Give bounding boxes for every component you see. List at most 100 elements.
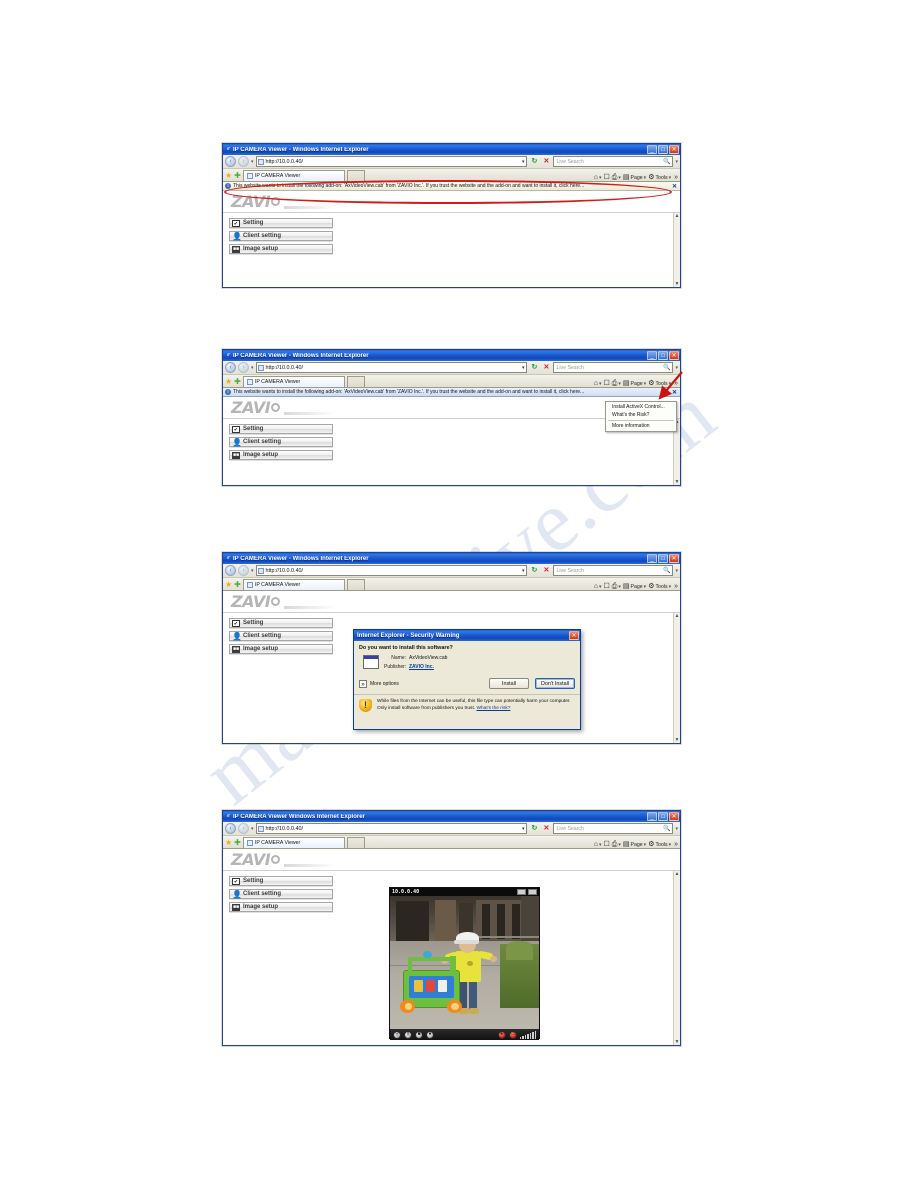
information-bar[interactable]: i This website wants to install the foll… bbox=[223, 388, 680, 397]
page-scrollbar[interactable]: ▲ ▼ bbox=[673, 213, 680, 287]
forward-button[interactable]: › bbox=[238, 362, 249, 373]
maximize-button[interactable]: □ bbox=[658, 812, 668, 821]
new-tab-button[interactable] bbox=[346, 837, 365, 848]
scroll-down-icon[interactable]: ▼ bbox=[675, 1039, 680, 1045]
menu-item-whats-the-risk[interactable]: What's the Risk? bbox=[606, 411, 676, 419]
feeds-button[interactable]: ☐ bbox=[604, 583, 610, 590]
address-input[interactable]: http://10.0.0.40/ ▾ bbox=[255, 823, 528, 834]
search-provider-chevron-icon[interactable]: ▾ bbox=[675, 365, 678, 371]
stop-icon[interactable]: ■ bbox=[415, 1030, 423, 1039]
forward-button[interactable]: › bbox=[238, 823, 249, 834]
toolbar-overflow-icon[interactable]: » bbox=[673, 583, 678, 590]
sidebar-item-setting[interactable]: ✔ Setting bbox=[229, 618, 333, 628]
search-provider-chevron-icon[interactable]: ▾ bbox=[675, 159, 678, 165]
search-input[interactable]: Live Search 🔍 bbox=[553, 565, 674, 576]
minimize-button[interactable]: _ bbox=[647, 554, 657, 563]
stop-button[interactable]: ✕ bbox=[541, 565, 551, 576]
favorites-star-icon[interactable]: ★ bbox=[225, 581, 232, 590]
scroll-down-icon[interactable]: ▼ bbox=[675, 737, 680, 743]
refresh-button[interactable]: ↻ bbox=[529, 823, 539, 834]
address-input[interactable]: http://10.0.0.40/ ▾ bbox=[255, 565, 528, 576]
print-button[interactable]: ⎙ ▾ bbox=[612, 583, 621, 590]
zoom-icon[interactable]: ⚲ bbox=[393, 1030, 401, 1039]
menu-item-more-information[interactable]: More information bbox=[606, 422, 676, 430]
player-resize-icon[interactable] bbox=[517, 889, 526, 895]
favorites-star-icon[interactable]: ★ bbox=[225, 172, 232, 181]
sidebar-item-client-setting[interactable]: 👤 Client setting bbox=[229, 889, 333, 899]
sidebar-item-setting[interactable]: ✔ Setting bbox=[229, 218, 333, 228]
dialog-close-button[interactable]: ✕ bbox=[569, 631, 579, 640]
browser-tab[interactable]: IP CAMERA Viewer bbox=[242, 579, 345, 590]
sidebar-item-image-setup[interactable]: ■■ Image setup bbox=[229, 644, 333, 654]
sidebar-item-setting[interactable]: ✔ Setting bbox=[229, 876, 333, 886]
back-button[interactable]: ‹ bbox=[225, 362, 236, 373]
favorites-star-icon[interactable]: ★ bbox=[225, 378, 232, 387]
refresh-button[interactable]: ↻ bbox=[529, 362, 539, 373]
ie-window-2[interactable]: e IP CAMERA Viewer - Windows Internet Ex… bbox=[222, 349, 681, 486]
page-menu-button[interactable]: ▤ Page ▾ bbox=[623, 380, 646, 387]
window-controls[interactable]: _ □ ✕ bbox=[647, 351, 679, 360]
search-icon[interactable]: 🔍 bbox=[663, 364, 670, 371]
stop-button[interactable]: ✕ bbox=[541, 362, 551, 373]
pause-icon[interactable]: ‖ bbox=[404, 1030, 412, 1039]
address-input[interactable]: http://10.0.0.40/ ▾ bbox=[255, 362, 528, 373]
home-button[interactable]: ⌂ ▾ bbox=[594, 583, 602, 590]
address-dropdown-icon[interactable]: ▾ bbox=[522, 159, 526, 165]
history-chevron-icon[interactable]: ▾ bbox=[251, 159, 254, 165]
tools-menu-button[interactable]: ⚙ Tools ▾ bbox=[648, 380, 671, 387]
home-button[interactable]: ⌂ ▾ bbox=[594, 380, 602, 387]
information-bar[interactable]: i This website wants to install the foll… bbox=[223, 182, 680, 191]
search-icon[interactable]: 🔍 bbox=[663, 158, 670, 165]
page-scrollbar[interactable]: ▲ ▼ bbox=[673, 613, 680, 743]
history-chevron-icon[interactable]: ▾ bbox=[251, 365, 254, 371]
browser-tab[interactable]: IP CAMERA Viewer bbox=[242, 837, 345, 848]
address-input[interactable]: http://10.0.0.40/ ▾ bbox=[255, 156, 528, 167]
video-frame[interactable] bbox=[390, 896, 539, 1029]
search-input[interactable]: Live Search 🔍 bbox=[553, 823, 674, 834]
sidebar-item-client-setting[interactable]: 👤 Client setting bbox=[229, 231, 333, 241]
window-controls[interactable]: _ □ ✕ bbox=[647, 554, 679, 563]
feeds-button[interactable]: ☐ bbox=[604, 174, 610, 181]
close-button[interactable]: ✕ bbox=[669, 554, 679, 563]
tools-menu-button[interactable]: ⚙ Tools ▾ bbox=[648, 583, 671, 590]
close-button[interactable]: ✕ bbox=[669, 145, 679, 154]
player-fullscreen-icon[interactable] bbox=[528, 889, 537, 895]
ie-window-1[interactable]: e IP CAMERA Viewer - Windows Internet Ex… bbox=[222, 143, 681, 288]
forward-button[interactable]: › bbox=[238, 565, 249, 576]
sidebar-item-image-setup[interactable]: ■■ Image setup bbox=[229, 244, 333, 254]
page-menu-button[interactable]: ▤ Page ▾ bbox=[623, 174, 646, 181]
volume-slider[interactable] bbox=[519, 1030, 536, 1039]
minimize-button[interactable]: _ bbox=[647, 812, 657, 821]
stop-button[interactable]: ✕ bbox=[541, 823, 551, 834]
print-button[interactable]: ⎙ ▾ bbox=[612, 841, 621, 848]
menu-item-install-activex[interactable]: Install ActiveX Control... bbox=[606, 403, 676, 411]
feeds-button[interactable]: ☐ bbox=[604, 841, 610, 848]
minimize-button[interactable]: _ bbox=[647, 145, 657, 154]
scroll-down-icon[interactable]: ▼ bbox=[675, 479, 680, 485]
search-provider-chevron-icon[interactable]: ▾ bbox=[675, 826, 678, 832]
page-menu-button[interactable]: ▤ Page ▾ bbox=[623, 583, 646, 590]
information-bar-close-icon[interactable]: ✕ bbox=[672, 183, 678, 190]
maximize-button[interactable]: □ bbox=[658, 554, 668, 563]
search-provider-chevron-icon[interactable]: ▾ bbox=[675, 568, 678, 574]
scroll-down-icon[interactable]: ▼ bbox=[675, 281, 680, 287]
print-button[interactable]: ⎙ ▾ bbox=[612, 174, 621, 181]
close-button[interactable]: ✕ bbox=[669, 351, 679, 360]
power-icon[interactable]: ⏻ bbox=[508, 1030, 517, 1039]
stop-button[interactable]: ✕ bbox=[541, 156, 551, 167]
window-controls[interactable]: _ □ ✕ bbox=[647, 812, 679, 821]
scroll-up-icon[interactable]: ▲ bbox=[675, 871, 680, 877]
forward-button[interactable]: › bbox=[238, 156, 249, 167]
back-button[interactable]: ‹ bbox=[225, 823, 236, 834]
whats-the-risk-link[interactable]: What's the risk? bbox=[476, 706, 510, 711]
record-icon[interactable]: ● bbox=[497, 1030, 506, 1039]
more-options-button[interactable]: » More options bbox=[359, 679, 399, 688]
new-tab-button[interactable] bbox=[346, 376, 365, 387]
tools-menu-button[interactable]: ⚙ Tools ▾ bbox=[648, 174, 671, 181]
tools-menu-button[interactable]: ⚙ Tools ▾ bbox=[648, 841, 671, 848]
sidebar-item-image-setup[interactable]: ■■ Image setup bbox=[229, 450, 333, 460]
toolbar-overflow-icon[interactable]: » bbox=[673, 841, 678, 848]
video-player[interactable]: 10.0.0.40 ⚲ ‖ ■ ● ● ⏻ bbox=[389, 887, 540, 1040]
ie-window-4[interactable]: e IP CAMERA Viewer Windows Internet Expl… bbox=[222, 810, 681, 1046]
snapshot-icon[interactable]: ● bbox=[426, 1030, 434, 1039]
